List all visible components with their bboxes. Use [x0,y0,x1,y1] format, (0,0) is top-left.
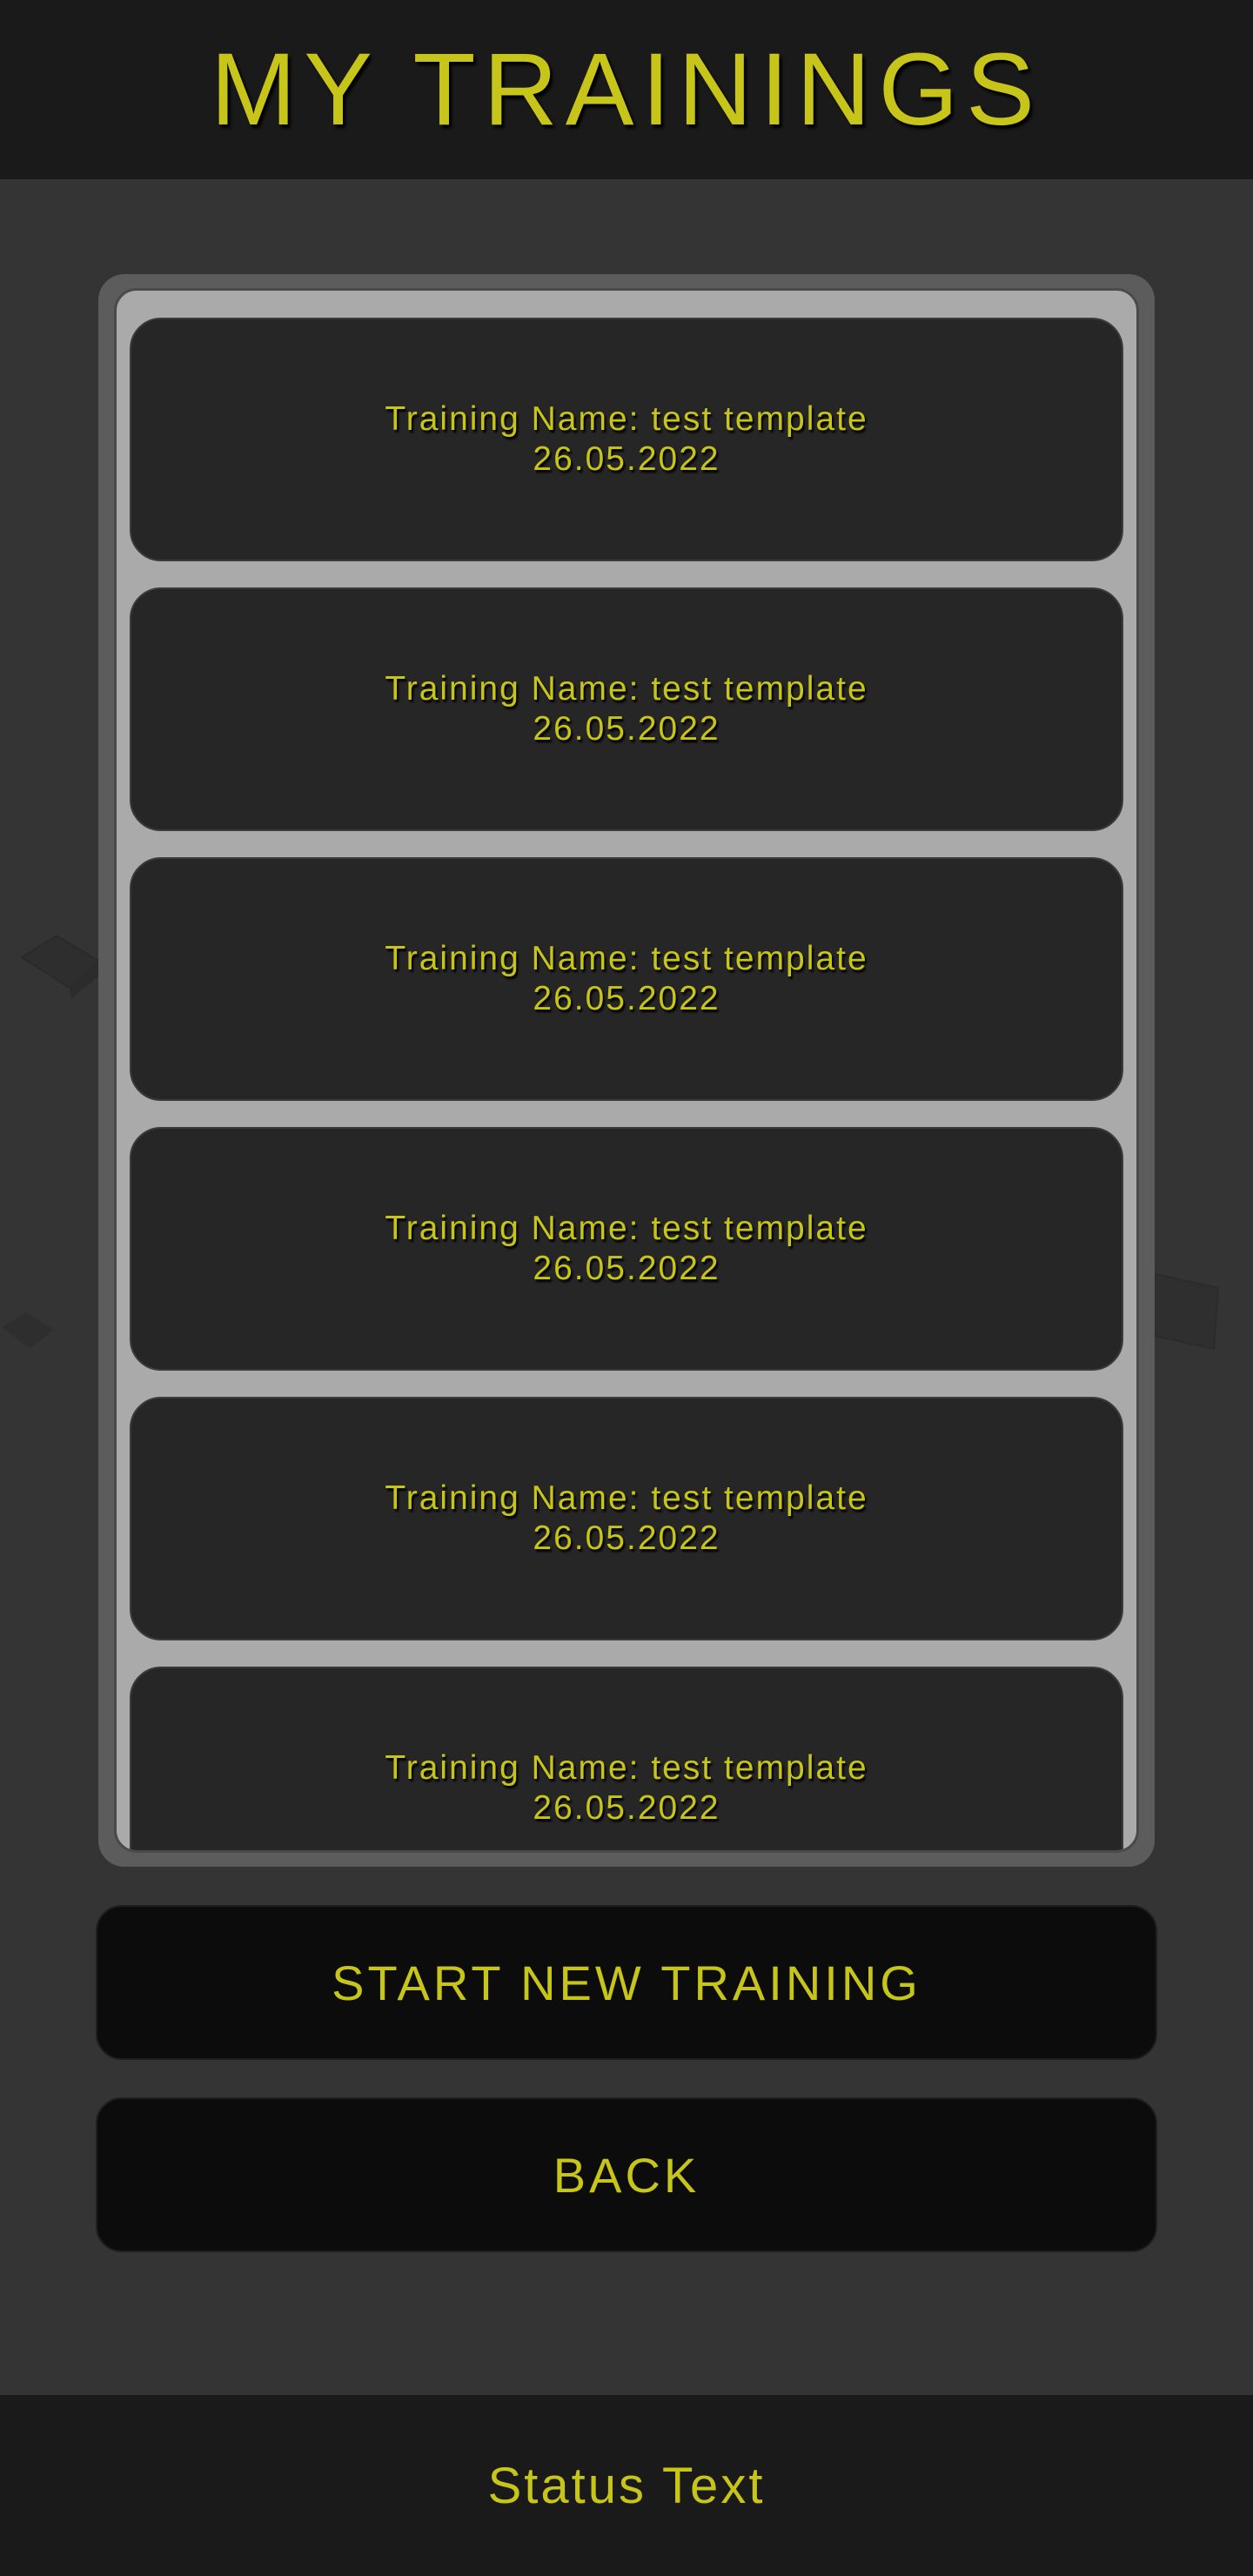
trainings-list[interactable]: Training Name: test template 26.05.2022 … [114,288,1139,1853]
background-decoration-left-icon [20,934,102,999]
training-item[interactable]: Training Name: test template 26.05.2022 [130,857,1123,1101]
top-bar: MY TRAININGS [0,0,1253,179]
training-date: 26.05.2022 [533,1250,720,1287]
training-date: 26.05.2022 [533,440,720,478]
training-item[interactable]: Training Name: test template 26.05.2022 [130,1397,1123,1640]
training-name: Training Name: test template [385,670,868,708]
training-item[interactable]: Training Name: test template 26.05.2022 [130,1667,1123,1850]
status-bar: Status Text [0,2395,1253,2576]
back-button[interactable]: BACK [96,2097,1157,2252]
training-name: Training Name: test template [385,1479,868,1517]
training-date: 26.05.2022 [533,710,720,748]
page-title: MY TRAININGS [210,32,1042,147]
training-name: Training Name: test template [385,1210,868,1247]
training-name: Training Name: test template [385,940,868,977]
start-new-training-button[interactable]: START NEW TRAINING [96,1905,1157,2060]
training-date: 26.05.2022 [533,980,720,1017]
training-item[interactable]: Training Name: test template 26.05.2022 [130,587,1123,831]
training-item[interactable]: Training Name: test template 26.05.2022 [130,318,1123,561]
training-item[interactable]: Training Name: test template 26.05.2022 [130,1127,1123,1371]
training-date: 26.05.2022 [533,1519,720,1557]
training-name: Training Name: test template [385,400,868,438]
status-text: Status Text [487,2457,766,2514]
trainings-list-frame: Training Name: test template 26.05.2022 … [98,274,1155,1867]
training-date: 26.05.2022 [533,1789,720,1827]
background-decoration-left-small-icon [2,1312,54,1349]
training-name: Training Name: test template [385,1749,868,1787]
